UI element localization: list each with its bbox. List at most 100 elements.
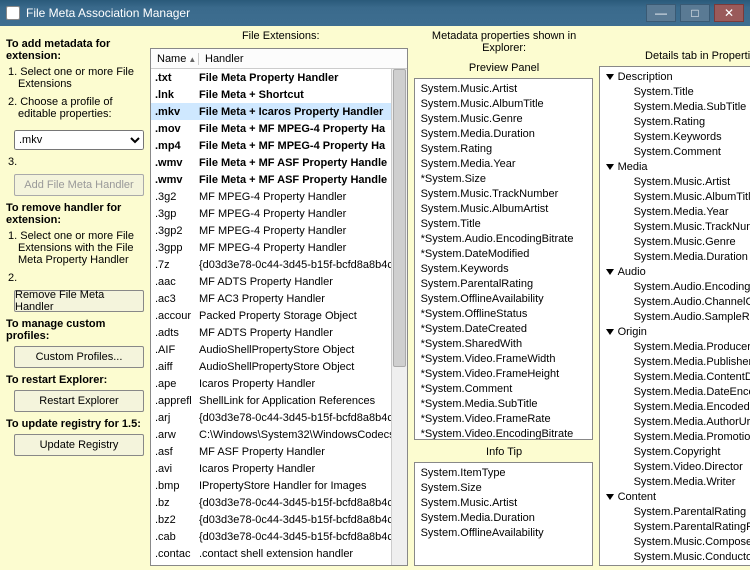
table-row[interactable]: .arwC:\Windows\System32\WindowsCodecsR [151, 426, 407, 443]
list-item[interactable]: System.Media.Duration [421, 511, 586, 526]
list-item[interactable]: System.Media.PromotionUrl [606, 430, 750, 445]
table-row[interactable]: .3gpMF MPEG-4 Property Handler [151, 205, 407, 222]
list-item[interactable]: System.Media.Year [421, 157, 586, 172]
table-row[interactable]: .wmvFile Meta + MF ASF Property Handle [151, 154, 407, 171]
list-item[interactable]: System.Media.Producer [606, 340, 750, 355]
table-row[interactable]: .wmvFile Meta + MF ASF Property Handle [151, 171, 407, 188]
table-row[interactable]: .7z{d03d3e78-0c44-3d45-b15f-bcfd8a8b4c2 [151, 256, 407, 273]
list-item[interactable]: System.Music.Artist [421, 496, 586, 511]
table-row[interactable]: .aacMF ADTS Property Handler [151, 273, 407, 290]
table-row[interactable]: .aviIcaros Property Handler [151, 460, 407, 477]
table-row[interactable]: .bz2{d03d3e78-0c44-3d45-b15f-bcfd8a8b4c2 [151, 511, 407, 528]
list-item[interactable]: System.Music.Conductor [606, 550, 750, 565]
col-handler[interactable]: Handler [199, 53, 407, 65]
list-item[interactable]: *System.Video.EncodingBitrate [421, 427, 586, 440]
list-item[interactable]: System.Keywords [606, 130, 750, 145]
table-row[interactable]: .arj{d03d3e78-0c44-3d45-b15f-bcfd8a8b4c2 [151, 409, 407, 426]
list-item[interactable]: System.Music.TrackNumber [606, 220, 750, 235]
list-item[interactable]: *System.Size [421, 172, 586, 187]
list-item[interactable]: System.Music.ContentGroupDesc [606, 565, 750, 566]
list-item[interactable]: *System.DateCreated [421, 322, 586, 337]
list-item[interactable]: System.Music.Artist [606, 175, 750, 190]
scrollbar[interactable] [391, 69, 407, 565]
group-header[interactable]: Content [606, 490, 750, 505]
table-row[interactable]: .cab{d03d3e78-0c44-3d45-b15f-bcfd8a8b4c2 [151, 528, 407, 545]
list-item[interactable]: System.Media.Publisher [606, 355, 750, 370]
table-row[interactable]: .ac3MF AC3 Property Handler [151, 290, 407, 307]
close-button[interactable]: ✕ [714, 4, 744, 22]
list-item[interactable]: *System.OfflineStatus [421, 307, 586, 322]
table-row[interactable]: .mp4File Meta + MF MPEG-4 Property Ha [151, 137, 407, 154]
list-item[interactable]: System.Media.ContentDistributor [606, 370, 750, 385]
list-item[interactable]: System.Music.Genre [421, 112, 586, 127]
preview-list[interactable]: System.Music.ArtistSystem.Music.AlbumTit… [414, 78, 593, 440]
table-row[interactable]: .mkvFile Meta + Icaros Property Handler [151, 103, 407, 120]
list-item[interactable]: System.Copyright [606, 445, 750, 460]
table-row[interactable]: .movFile Meta + MF MPEG-4 Property Ha [151, 120, 407, 137]
list-item[interactable]: *System.Video.FrameRate [421, 412, 586, 427]
custom-profiles-button[interactable]: Custom Profiles... [14, 346, 144, 368]
list-item[interactable]: System.Music.Composer [606, 535, 750, 550]
minimize-button[interactable]: — [646, 4, 676, 22]
list-item[interactable]: System.OfflineAvailability [421, 526, 586, 541]
list-item[interactable]: System.ParentalRatingReason [606, 520, 750, 535]
list-item[interactable]: System.Media.DateEncoded [606, 385, 750, 400]
list-item[interactable]: *System.Comment [421, 382, 586, 397]
table-row[interactable]: .aiffAudioShellPropertyStore Object [151, 358, 407, 375]
list-item[interactable]: System.Audio.EncodingBitrate [606, 280, 750, 295]
list-item[interactable]: *System.Video.FrameWidth [421, 352, 586, 367]
list-item[interactable]: System.Media.EncodedBy [606, 400, 750, 415]
table-row[interactable]: .bmpIPropertyStore Handler for Images [151, 477, 407, 494]
extensions-list[interactable]: Name▲ Handler .txtFile Meta Property Han… [150, 48, 408, 566]
table-row[interactable]: .3g2MF MPEG-4 Property Handler [151, 188, 407, 205]
list-item[interactable]: System.Size [421, 481, 586, 496]
remove-handler-button[interactable]: Remove File Meta Handler [14, 290, 144, 312]
scrollbar-thumb[interactable] [393, 69, 406, 367]
list-item[interactable]: System.Comment [606, 145, 750, 160]
list-item[interactable]: System.Media.Writer [606, 475, 750, 490]
table-row[interactable]: .lnkFile Meta + Shortcut [151, 86, 407, 103]
table-row[interactable]: .3gp2MF MPEG-4 Property Handler [151, 222, 407, 239]
list-item[interactable]: System.ParentalRating [421, 277, 586, 292]
list-item[interactable]: *System.Video.FrameHeight [421, 367, 586, 382]
list-item[interactable]: System.Keywords [421, 262, 586, 277]
list-item[interactable]: System.Media.SubTitle [606, 100, 750, 115]
list-item[interactable]: System.Audio.ChannelCount [606, 295, 750, 310]
list-item[interactable]: System.Audio.SampleRate [606, 310, 750, 325]
table-row[interactable]: .apeIcaros Property Handler [151, 375, 407, 392]
group-header[interactable]: Description [606, 70, 750, 85]
restart-explorer-button[interactable]: Restart Explorer [14, 390, 144, 412]
list-item[interactable]: *System.Audio.EncodingBitrate [421, 232, 586, 247]
table-row[interactable]: .AIFAudioShellPropertyStore Object [151, 341, 407, 358]
list-item[interactable]: System.ItemType [421, 466, 586, 481]
group-header[interactable]: Origin [606, 325, 750, 340]
list-item[interactable]: System.Media.Duration [421, 127, 586, 142]
list-item[interactable]: System.Music.AlbumTitle [606, 190, 750, 205]
list-item[interactable]: System.Media.Year [606, 205, 750, 220]
list-item[interactable]: System.Music.Artist [421, 82, 586, 97]
update-registry-button[interactable]: Update Registry [14, 434, 144, 456]
list-item[interactable]: System.Music.AlbumArtist [421, 202, 586, 217]
list-item[interactable]: System.Rating [421, 142, 586, 157]
table-row[interactable]: .asfMF ASF Property Handler [151, 443, 407, 460]
maximize-button[interactable]: □ [680, 4, 710, 22]
list-item[interactable]: *System.Media.SubTitle [421, 397, 586, 412]
list-item[interactable]: *System.DateModified [421, 247, 586, 262]
list-item[interactable]: System.Music.AlbumTitle [421, 97, 586, 112]
list-item[interactable]: System.OfflineAvailability [421, 292, 586, 307]
list-item[interactable]: System.ParentalRating [606, 505, 750, 520]
list-item[interactable]: System.Rating [606, 115, 750, 130]
group-header[interactable]: Audio [606, 265, 750, 280]
list-item[interactable]: System.Video.Director [606, 460, 750, 475]
table-row[interactable]: .accourPacked Property Storage Object [151, 307, 407, 324]
table-row[interactable]: .cplWindows Shell [151, 562, 407, 565]
list-item[interactable]: System.Title [606, 85, 750, 100]
list-item[interactable]: System.Title [421, 217, 586, 232]
list-item[interactable]: *System.SharedWith [421, 337, 586, 352]
details-list[interactable]: DescriptionSystem.TitleSystem.Media.SubT… [599, 66, 750, 566]
table-row[interactable]: .contac.contact shell extension handler [151, 545, 407, 562]
add-handler-button[interactable]: Add File Meta Handler [14, 174, 144, 196]
list-item[interactable]: System.Media.AuthorUrl [606, 415, 750, 430]
table-row[interactable]: .txtFile Meta Property Handler [151, 69, 407, 86]
profile-select[interactable]: .mkv [14, 130, 144, 150]
